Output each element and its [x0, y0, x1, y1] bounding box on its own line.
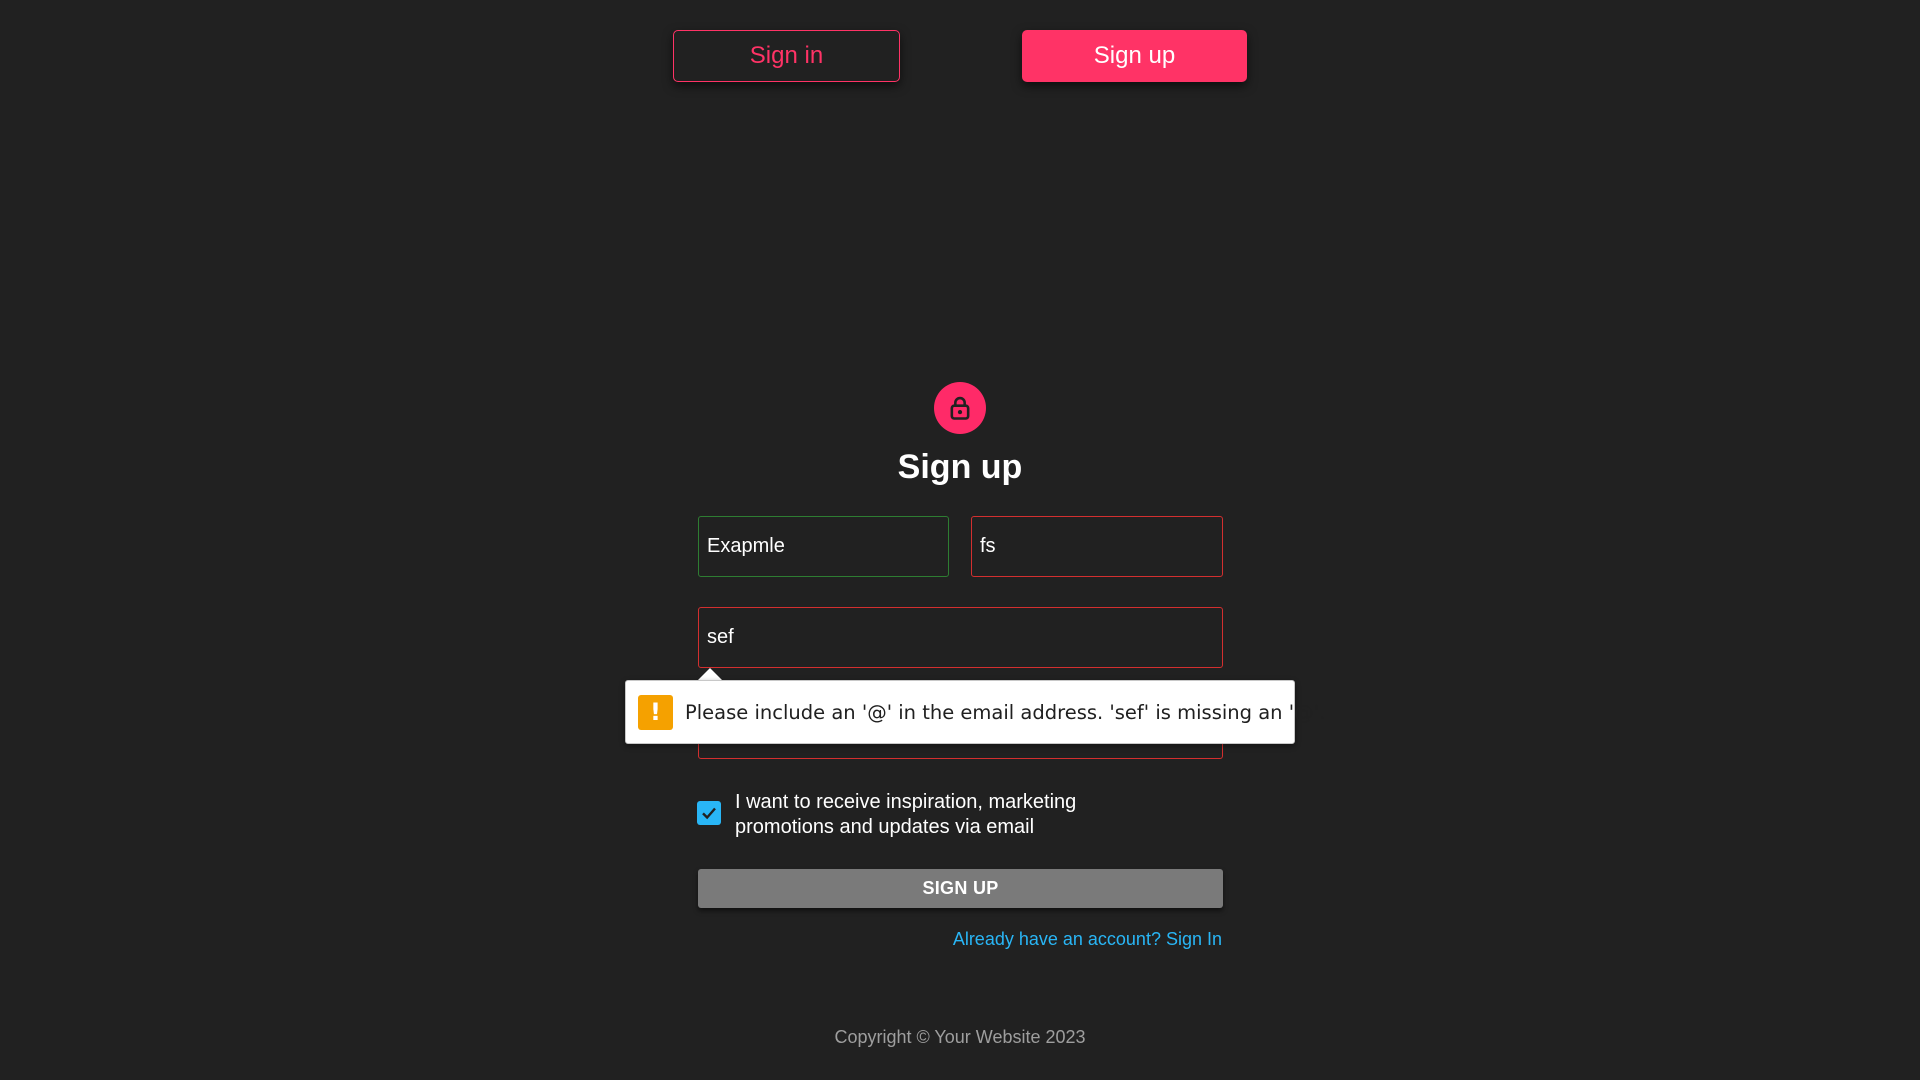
consent-checkbox[interactable]	[697, 801, 721, 825]
email-field[interactable]: sef	[698, 607, 1223, 668]
nav-signup-button[interactable]: Sign up	[1022, 30, 1247, 82]
validation-tooltip: ! Please include an '@' in the email add…	[625, 680, 1325, 744]
sign-in-link[interactable]: Already have an account? Sign In	[953, 929, 1222, 950]
sign-up-submit-button[interactable]: SIGN UP	[698, 869, 1223, 908]
last-name-field[interactable]: fs	[971, 516, 1223, 577]
consent-label: I want to receive inspiration, marketing…	[735, 791, 1077, 838]
page-title: Sign up	[897, 448, 1023, 486]
lock-icon	[950, 396, 970, 420]
warning-icon: !	[638, 694, 673, 730]
nav-signin-button[interactable]: Sign in	[673, 30, 900, 82]
first-name-field[interactable]: Exapmle	[698, 516, 949, 577]
validation-tooltip-arrow	[698, 668, 722, 680]
check-icon	[702, 807, 716, 820]
consent-row: I want to receive inspiration, marketing…	[697, 790, 1137, 840]
copyright-text: Copyright © Your Website 2023	[834, 1027, 1086, 1047]
validation-message: Please include an '@' in the email addre…	[685, 700, 1326, 724]
signup-page: Sign in Sign up Sign up Exapmle fs sef !…	[0, 0, 1920, 1080]
lock-avatar	[934, 382, 986, 434]
